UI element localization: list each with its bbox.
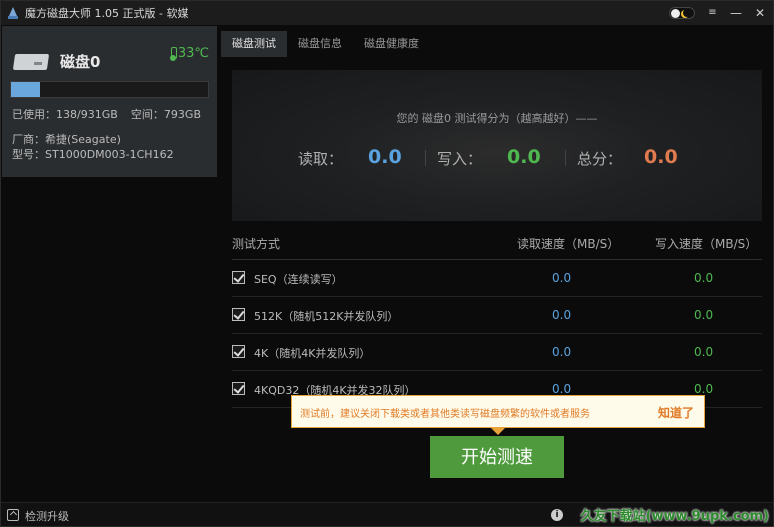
tooltip-arrow-icon bbox=[491, 428, 505, 435]
minimize-button[interactable]: — bbox=[729, 1, 743, 25]
temperature-value: 33℃ bbox=[177, 46, 209, 61]
menu-button[interactable]: ≡ bbox=[705, 1, 719, 25]
temperature-readout: 33℃ bbox=[169, 46, 209, 61]
seq-checkbox[interactable] bbox=[232, 271, 245, 284]
disk-name: 磁盘0 bbox=[60, 53, 101, 71]
tab-disk-health[interactable]: 磁盘健康度 bbox=[353, 31, 430, 57]
write-score-value: 0.0 bbox=[507, 146, 541, 168]
write-speed-value: 0.0 bbox=[694, 308, 714, 322]
thermometer-icon bbox=[169, 46, 177, 61]
col-header-method: 测试方式 bbox=[232, 237, 281, 251]
table-row: 512K（随机512K并发队列） 0.0 0.0 bbox=[232, 297, 762, 334]
results-table-header: 测试方式 读取速度（MB/S） 写入速度（MB/S） bbox=[232, 232, 762, 260]
read-speed-value: 0.0 bbox=[552, 345, 572, 359]
dismiss-hint-link[interactable]: 知道了 bbox=[658, 404, 694, 421]
app-logo-icon bbox=[7, 6, 19, 20]
status-bar: 检测升级 i 久友下载站(www.9upk.com) bbox=[1, 502, 773, 526]
col-header-write-speed: 写入速度（MB/S） bbox=[655, 237, 758, 251]
disk-usage-bar bbox=[10, 81, 209, 98]
close-button[interactable]: ✕ bbox=[753, 1, 767, 25]
read-speed-value: 0.0 bbox=[552, 308, 572, 322]
disk-used: 已使用：138/931GB bbox=[12, 108, 118, 121]
score-row: 读取： 0.0 写入： 0.0 总分： 0.0 bbox=[232, 146, 762, 170]
col-header-read-speed: 读取速度（MB/S） bbox=[517, 237, 620, 251]
disk-model: 型号：ST1000DM003-1CH162 bbox=[12, 148, 174, 161]
hint-text: 测试前，建议关闭下载类或者其他类读写磁盘频繁的软件或者服务 bbox=[300, 409, 590, 420]
tab-bar: 磁盘测试 磁盘信息 磁盘健康度 bbox=[221, 31, 430, 57]
test-method-label: SEQ（连续读写） bbox=[254, 273, 343, 286]
hint-tooltip: 测试前，建议关闭下载类或者其他类读写磁盘频繁的软件或者服务 知道了 bbox=[291, 395, 705, 435]
total-score-label: 总分： bbox=[577, 150, 623, 168]
skin-toggle[interactable] bbox=[669, 7, 695, 19]
tab-disk-test[interactable]: 磁盘测试 bbox=[221, 31, 287, 57]
write-speed-value: 0.0 bbox=[694, 345, 714, 359]
test-method-label: 4K（随机4K并发队列） bbox=[254, 347, 371, 360]
score-divider bbox=[565, 150, 566, 166]
window-controls: ≡ — ✕ bbox=[669, 1, 767, 25]
write-speed-value: 0.0 bbox=[694, 271, 714, 285]
read-score-label: 读取： bbox=[298, 150, 344, 168]
score-divider bbox=[425, 150, 426, 166]
toggle-knob-icon bbox=[671, 9, 680, 18]
moon-icon bbox=[683, 9, 691, 17]
disk-free: 空间：793GB bbox=[130, 108, 201, 121]
score-caption: 您的 磁盘0 测试得分为（越高越好）—— bbox=[396, 112, 598, 125]
512k-checkbox[interactable] bbox=[232, 308, 245, 321]
start-test-button[interactable]: 开始测速 bbox=[430, 436, 564, 478]
4kqd32-checkbox[interactable] bbox=[232, 382, 245, 395]
read-score-value: 0.0 bbox=[368, 146, 402, 168]
tab-disk-info[interactable]: 磁盘信息 bbox=[287, 31, 353, 57]
title-bar[interactable]: 魔方磁盘大师 1.05 正式版 - 软媒 ≡ — ✕ bbox=[1, 1, 773, 25]
test-method-label: 512K（随机512K并发队列） bbox=[254, 310, 399, 323]
read-speed-value: 0.0 bbox=[552, 382, 572, 396]
total-score-value: 0.0 bbox=[644, 146, 678, 168]
score-panel: 您的 磁盘0 测试得分为（越高越好）—— 读取： 0.0 写入： 0.0 总分：… bbox=[232, 70, 762, 221]
4k-checkbox[interactable] bbox=[232, 345, 245, 358]
window-title: 魔方磁盘大师 1.05 正式版 - 软媒 bbox=[25, 7, 189, 20]
table-row: SEQ（连续读写） 0.0 0.0 bbox=[232, 260, 762, 297]
disk-card[interactable]: 磁盘0 33℃ 已使用：138/931GB 空间：793GB 厂商：希捷(Sea… bbox=[2, 26, 217, 177]
app-window: 魔方磁盘大师 1.05 正式版 - 软媒 ≡ — ✕ 磁盘0 33℃ 已使用：1… bbox=[0, 0, 774, 527]
write-speed-value: 0.0 bbox=[694, 382, 714, 396]
disk-vendor: 厂商：希捷(Seagate) bbox=[12, 133, 121, 146]
table-row: 4K（随机4K并发队列） 0.0 0.0 bbox=[232, 334, 762, 371]
info-icon[interactable]: i bbox=[551, 509, 563, 521]
disk-usage-fill bbox=[11, 82, 41, 97]
hard-disk-icon bbox=[12, 50, 50, 72]
write-score-label: 写入： bbox=[437, 150, 483, 168]
watermark: 久友下载站(www.9upk.com) bbox=[580, 509, 769, 524]
upgrade-icon[interactable] bbox=[7, 509, 19, 521]
check-upgrade-link[interactable]: 检测升级 bbox=[25, 508, 69, 524]
read-speed-value: 0.0 bbox=[552, 271, 572, 285]
